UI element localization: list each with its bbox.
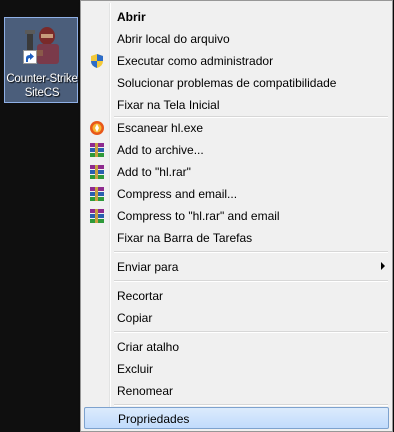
menu-item-recortar[interactable]: Recortar [84,285,389,306]
menu-item-add-archive[interactable]: Add to archive... [84,139,389,160]
menu-item-propriedades[interactable]: Propriedades [84,407,389,429]
menu-item-executar-admin[interactable]: Executar como administrador [84,50,389,71]
menu-item-abrir[interactable]: Abrir [84,6,389,27]
menu-item-add-hl-rar[interactable]: Add to "hl.rar" [84,161,389,182]
uac-shield-icon [91,54,103,68]
menu-item-abrir-local[interactable]: Abrir local do arquivo [84,28,389,49]
shortcut-arrow-icon [23,50,37,64]
menu-separator [114,251,388,253]
menu-item-compress-email[interactable]: Compress and email... [84,183,389,204]
menu-separator [114,331,388,333]
menu-item-excluir[interactable]: Excluir [84,358,389,379]
winrar-icon [90,165,104,179]
menu-item-criar-atalho[interactable]: Criar atalho [84,336,389,357]
menu-item-copiar[interactable]: Copiar [84,307,389,328]
antivirus-icon [90,121,104,135]
menu-item-fixar-barra-tarefas[interactable]: Fixar na Barra de Tarefas [84,227,389,248]
submenu-arrow-icon [381,262,385,270]
menu-item-enviar-para[interactable]: Enviar para [84,256,389,277]
menu-separator [114,404,388,406]
winrar-icon [90,209,104,223]
menu-item-compress-hl-rar-email[interactable]: Compress to "hl.rar" and email [84,205,389,226]
menu-item-solucionar-problemas[interactable]: Solucionar problemas de compatibilidade [84,72,389,93]
menu-item-renomear[interactable]: Renomear [84,380,389,401]
menu-item-escanear[interactable]: Escanear hl.exe [84,117,389,138]
winrar-icon [90,143,104,157]
menu-item-fixar-tela-inicial[interactable]: Fixar na Tela Inicial [84,94,389,115]
context-menu: Abrir Abrir local do arquivo Executar co… [80,0,393,432]
menu-separator [114,280,388,282]
desktop-icon-label: Counter-Strike SiteCS [6,73,78,99]
desktop-shortcut-counter-strike[interactable]: Counter-Strike SiteCS [4,17,78,103]
winrar-icon [90,187,104,201]
